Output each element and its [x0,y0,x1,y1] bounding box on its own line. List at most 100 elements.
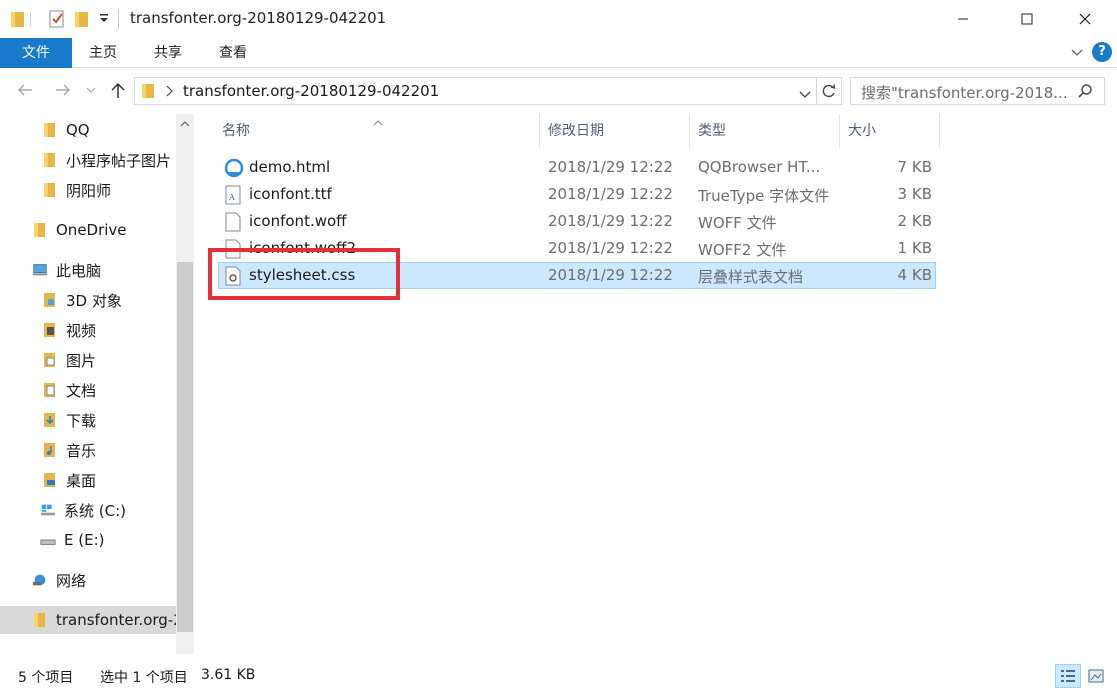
blank-file-icon [224,212,242,232]
nav-item-label: OneDrive [56,221,127,239]
folder-icon [141,82,157,104]
nav-item-desktop[interactable]: 桌面 [0,466,176,494]
file-row[interactable]: A iconfont.ttf 2018/1/29 12:22 TrueType … [218,181,936,208]
font-file-icon: A [224,185,242,205]
nav-item-qq[interactable]: QQ [0,116,176,144]
recent-locations-icon[interactable] [84,79,98,101]
tab-file[interactable]: 文件 [0,38,72,68]
tab-view[interactable]: 查看 [208,38,258,68]
svg-text:A: A [228,193,235,202]
nav-item-documents[interactable]: 文档 [0,376,176,404]
nav-item-label: 此电脑 [56,261,102,280]
folder-icon [42,182,58,198]
chevron-down-icon[interactable] [799,87,811,103]
videos-icon [42,322,58,338]
large-icons-view-button[interactable] [1083,664,1109,688]
maximize-button[interactable] [1004,0,1050,38]
drive-icon [40,532,56,548]
nav-item-music[interactable]: 音乐 [0,436,176,464]
nav-item-3d-objects[interactable]: 3D 对象 [0,286,176,314]
separator [118,9,119,29]
file-date: 2018/1/29 12:22 [548,185,673,203]
scrollbar-thumb[interactable] [177,262,193,632]
nav-item-label: 阴阳师 [66,181,112,200]
computer-icon [32,262,48,278]
file-date: 2018/1/29 12:22 [548,266,673,284]
nav-item-pictures[interactable]: 图片 [0,346,176,374]
nav-item-label: 系统 (C:) [64,501,126,520]
navpane-scrollbar[interactable] [176,114,194,654]
ribbon-tabs: 文件 主页 共享 查看 ? [0,38,1117,68]
3d-objects-icon [42,292,58,308]
file-name: iconfont.woff [249,212,347,230]
nav-item-onedrive[interactable]: OneDrive [0,216,176,244]
details-view-button[interactable] [1055,664,1081,688]
scroll-up-icon[interactable] [176,114,194,134]
file-size: 4 KB [897,266,932,284]
nav-item-downloads[interactable]: 下载 [0,406,176,434]
column-header-name[interactable]: 名称 [214,114,540,148]
column-header-type[interactable]: 类型 [690,114,840,148]
forward-button[interactable] [52,79,74,101]
search-icon[interactable] [1077,83,1093,103]
nav-item-label: 视频 [66,321,97,340]
file-type: QQBrowser HT... [698,158,821,176]
nav-item-label: E (E:) [64,531,105,549]
onedrive-folder-icon [32,222,48,238]
nav-item-label: 3D 对象 [66,291,122,310]
status-selection: 选中 1 个项目 [100,670,188,686]
desktop-icon [42,472,58,488]
file-row[interactable]: demo.html 2018/1/29 12:22 QQBrowser HT..… [218,154,936,181]
chevron-down-icon[interactable] [1068,43,1086,61]
address-path[interactable]: transfonter.org-20180129-042201 [183,82,439,100]
properties-icon[interactable] [47,9,67,29]
nav-item-onmyoji[interactable]: 阴阳师 [0,176,176,204]
tab-home[interactable]: 主页 [78,38,128,68]
nav-item-label: 文档 [66,381,97,400]
nav-item-label: QQ [66,121,90,139]
tab-share[interactable]: 共享 [143,38,193,68]
minimize-button[interactable] [940,0,986,38]
status-bar: 5 个项目 选中 1 个项目 3.61 KB [0,660,1117,692]
file-type: WOFF2 文件 [698,241,787,259]
nav-item-label: 网络 [56,571,87,590]
customize-toolbar-icon[interactable] [99,12,109,32]
nav-item-label: 小程序帖子图片 [66,151,172,170]
nav-item-videos[interactable]: 视频 [0,316,176,344]
nav-item-current-folder[interactable]: transfonter.org-2 [0,606,176,634]
separator [30,12,31,26]
help-button[interactable]: ? [1092,42,1112,62]
nav-item-this-pc[interactable]: 此电脑 [0,256,176,284]
address-bar[interactable]: transfonter.org-20180129-042201 [134,77,817,105]
file-name: demo.html [249,158,331,176]
browser-html-icon [224,158,244,178]
back-button[interactable] [14,79,36,101]
close-button[interactable] [1062,0,1108,38]
status-item-count: 5 个项目 [18,670,74,686]
navigation-pane: QQ 小程序帖子图片 阴阳师 OneDrive 此电脑 3D 对象 视频 图片 … [0,114,196,654]
column-header-date[interactable]: 修改日期 [540,114,690,148]
folder-icon [42,122,58,138]
folder-icon [32,612,48,628]
nav-item-e-drive[interactable]: E (E:) [0,526,176,554]
search-input[interactable]: 搜索"transfonter.org-2018... [861,82,1071,103]
column-header-size[interactable]: 大小 [840,114,940,148]
nav-item-system-drive[interactable]: 系统 (C:) [0,496,176,524]
nav-item-label: 图片 [66,351,97,370]
file-type: WOFF 文件 [698,214,777,232]
refresh-button[interactable] [817,77,842,105]
nav-item-network[interactable]: 网络 [0,566,176,594]
nav-item-label: 下载 [66,411,97,430]
file-row[interactable]: iconfont.woff 2018/1/29 12:22 WOFF 文件 2 … [218,208,936,235]
file-size: 3 KB [897,185,932,203]
title-bar: transfonter.org-20180129-042201 [0,0,1117,38]
up-button[interactable] [107,79,129,101]
nav-item-mini-program-images[interactable]: 小程序帖子图片 [0,146,176,174]
chevron-right-icon[interactable] [165,85,173,101]
new-folder-icon[interactable] [74,9,90,29]
search-box[interactable]: 搜索"transfonter.org-2018... [850,77,1105,105]
file-date: 2018/1/29 12:22 [548,239,673,257]
file-type: TrueType 字体文件 [698,187,830,205]
file-type: 层叠样式表文档 [698,268,804,286]
folder-icon [10,9,26,29]
